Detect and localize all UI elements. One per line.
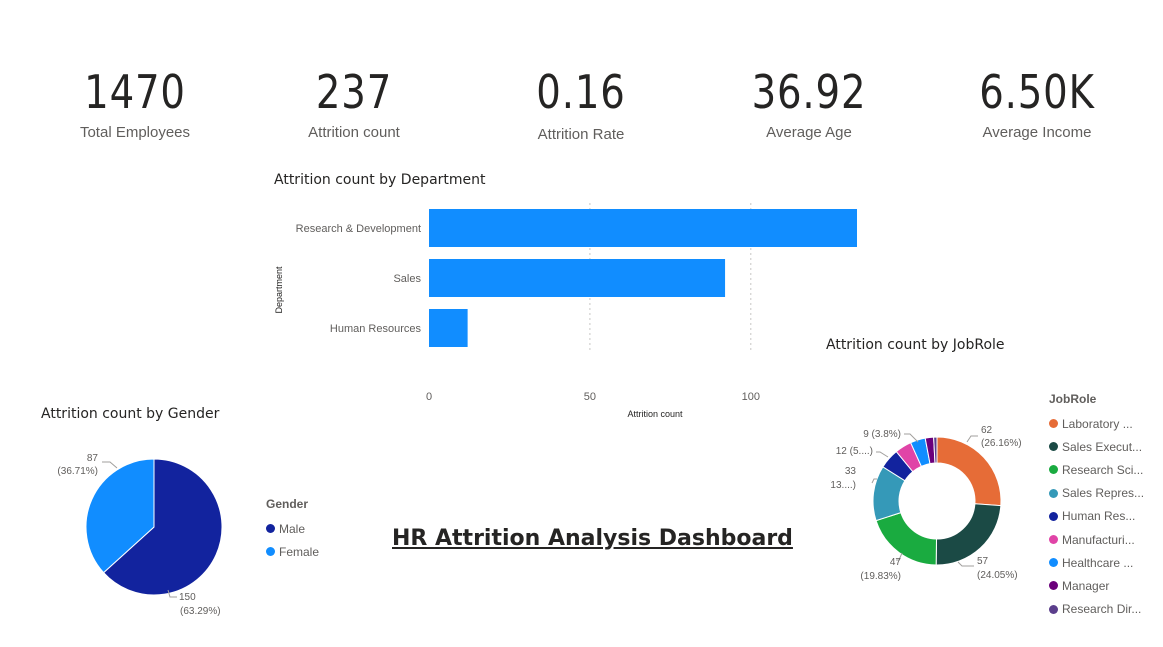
- category-label: Sales: [393, 273, 421, 285]
- legend-marker: [1049, 535, 1058, 545]
- gender-chart-title: Attrition count by Gender: [41, 406, 220, 422]
- data-label: (26.16%): [981, 438, 1022, 449]
- jobrole-chart-title: Attrition count by JobRole: [826, 337, 1005, 353]
- category-label: Research & Development: [296, 223, 421, 235]
- kpi-value: 36.92: [751, 65, 867, 119]
- category-label: Human Resources: [330, 323, 422, 335]
- data-label: 62: [981, 425, 993, 436]
- data-label: 57: [977, 556, 989, 567]
- data-label: (24.05%): [977, 570, 1018, 581]
- legend-marker: [1049, 558, 1058, 568]
- legend-label: Male: [279, 521, 306, 536]
- legend-label: Research Dir...: [1062, 602, 1142, 617]
- kpi-average-income: 6.50K Average Income: [942, 62, 1132, 141]
- jobrole-legend: JobRole Laboratory ... Sales Execut... Res…: [1049, 392, 1154, 621]
- data-label: 12 (5....): [836, 446, 873, 457]
- legend-marker: [1049, 581, 1058, 591]
- department-chart-title: Attrition count by Department: [274, 172, 486, 188]
- data-label: 33: [845, 466, 857, 477]
- kpi-attrition-count: 237 Attrition count: [259, 62, 449, 141]
- bar[interactable]: [429, 209, 857, 247]
- legend-label: Female: [279, 544, 320, 559]
- x-axis-label: Attrition count: [627, 409, 683, 419]
- department-bar-chart: Research & Development Sales Human Resourc…: [274, 203, 857, 419]
- legend-label: Human Res...: [1062, 509, 1136, 524]
- legend-marker: [266, 547, 275, 557]
- kpi-label: Average Income: [982, 124, 1092, 141]
- bar[interactable]: [429, 309, 468, 347]
- y-axis-label: Department: [274, 266, 284, 314]
- leader-line: [957, 561, 974, 567]
- leader-line: [876, 451, 889, 458]
- legend-label: Manufacturi...: [1062, 532, 1135, 547]
- legend-item[interactable]: Laboratory ...: [1049, 412, 1154, 435]
- kpi-value: 237: [315, 65, 393, 119]
- data-label: 150: [179, 592, 196, 603]
- data-label: (19.83%): [860, 571, 901, 582]
- x-tick-label: 0: [426, 391, 432, 403]
- kpi-average-age: 36.92 Average Age: [714, 62, 904, 141]
- legend-label: Manager: [1062, 578, 1110, 593]
- kpi-label: Average Age: [766, 124, 852, 141]
- legend-marker: [1049, 465, 1058, 475]
- legend-label: Sales Execut...: [1062, 439, 1143, 454]
- gender-legend-title: Gender: [266, 497, 309, 511]
- legend-label: Laboratory ...: [1062, 416, 1133, 431]
- data-label: 9 (3.8%): [863, 429, 901, 440]
- kpi-label: Attrition count: [308, 124, 400, 141]
- legend-item[interactable]: Research Dir...: [1049, 598, 1154, 621]
- legend-label: Sales Repres...: [1062, 486, 1145, 501]
- data-label: (13....): [830, 480, 856, 491]
- legend-item[interactable]: Sales Repres...: [1049, 482, 1154, 505]
- kpi-value: 1470: [84, 65, 186, 119]
- legend-item[interactable]: Manager: [1049, 574, 1154, 597]
- donut-slice[interactable]: [875, 512, 938, 566]
- dashboard-title: HR Attrition Analysis Dashboard: [392, 526, 793, 551]
- legend-item[interactable]: Female: [266, 540, 319, 563]
- kpi-label: Total Employees: [79, 124, 191, 141]
- kpi-attrition-rate: 0.16 Attrition Rate: [486, 62, 676, 143]
- x-tick-label: 50: [584, 391, 596, 403]
- legend-item[interactable]: Research Sci...: [1049, 458, 1154, 481]
- donut-slice[interactable]: [935, 503, 1002, 566]
- legend-item[interactable]: Manufacturi...: [1049, 528, 1154, 551]
- legend-item[interactable]: Sales Execut...: [1049, 435, 1154, 458]
- data-label: (36.71%): [57, 466, 98, 477]
- leader-line: [966, 435, 978, 443]
- data-label: 47: [890, 557, 902, 568]
- legend-marker: [1049, 442, 1058, 452]
- legend-label: Healthcare ...: [1062, 555, 1134, 570]
- jobrole-donut-chart: 62 (26.16%) 57 (24.05%) 47 (19.83%) 33 (13....)…: [830, 425, 1022, 582]
- data-label: (63.29%): [180, 606, 221, 617]
- legend-marker: [1049, 488, 1058, 498]
- gender-pie-chart: 150 (63.29%) 87 (36.71%): [57, 453, 223, 617]
- legend-item[interactable]: Healthcare ...: [1049, 551, 1154, 574]
- kpi-value: 0.16: [536, 65, 626, 119]
- data-label: 87: [87, 453, 99, 464]
- legend-marker: [1049, 419, 1058, 429]
- legend-marker: [266, 524, 275, 534]
- kpi-label: Attrition Rate: [537, 126, 625, 143]
- legend-item[interactable]: Male: [266, 517, 319, 540]
- bar[interactable]: [429, 259, 726, 297]
- legend-marker: [1049, 604, 1058, 614]
- legend-label: Research Sci...: [1062, 462, 1144, 477]
- jobrole-legend-title: JobRole: [1049, 392, 1097, 406]
- gender-legend: Gender Male Female: [266, 497, 319, 563]
- kpi-total-employees: 1470 Total Employees: [40, 62, 230, 141]
- legend-item[interactable]: Human Res...: [1049, 505, 1154, 528]
- leader-line: [102, 461, 118, 469]
- kpi-value: 6.50K: [979, 65, 1095, 119]
- legend-marker: [1049, 511, 1058, 521]
- x-tick-label: 100: [742, 391, 760, 403]
